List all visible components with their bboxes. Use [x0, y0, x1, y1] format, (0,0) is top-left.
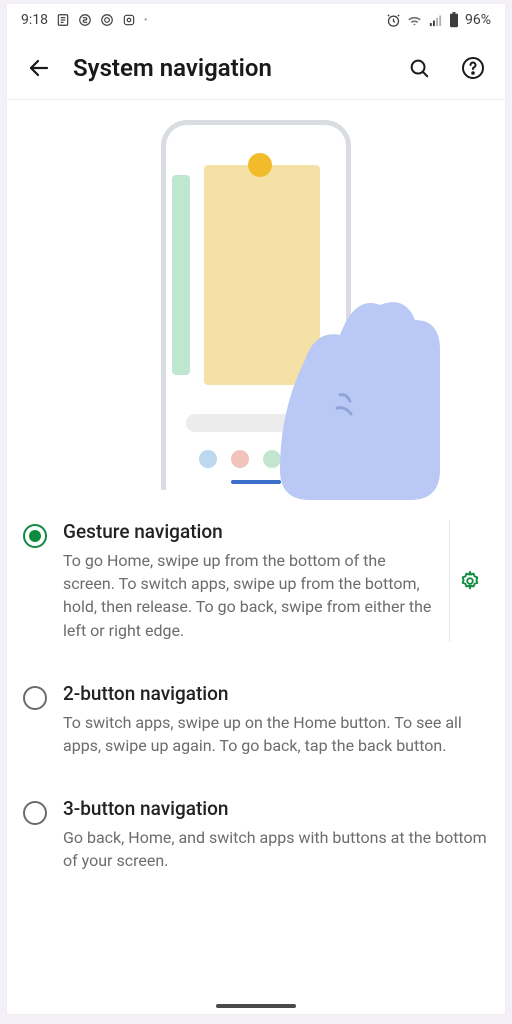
radio-gesture[interactable] [23, 524, 47, 548]
notification-dot-icon: • [144, 15, 147, 26]
search-button[interactable] [399, 48, 439, 88]
option-title: 3-button navigation [63, 797, 489, 820]
back-button[interactable] [19, 48, 59, 88]
alarm-icon [386, 13, 401, 28]
options-list: Gesture navigation To go Home, swipe up … [7, 500, 505, 893]
illustration [7, 100, 505, 500]
hand-icon [245, 240, 455, 500]
option-desc: To switch apps, swipe up on the Home but… [63, 711, 489, 757]
option-2button[interactable]: 2-button navigation To switch apps, swip… [23, 662, 489, 777]
page-title: System navigation [73, 54, 385, 82]
option-settings-button[interactable] [449, 520, 489, 642]
option-desc: To go Home, swipe up from the bottom of … [63, 549, 433, 642]
help-button[interactable] [453, 48, 493, 88]
screen: 9:18 • [6, 3, 506, 1015]
notification-icon [122, 13, 136, 27]
home-indicator[interactable] [216, 1004, 296, 1008]
notification-icon [56, 13, 70, 27]
option-title: Gesture navigation [63, 520, 433, 543]
radio-2button[interactable] [23, 686, 47, 710]
option-title: 2-button navigation [63, 682, 489, 705]
option-3button[interactable]: 3-button navigation Go back, Home, and s… [23, 777, 489, 892]
notification-icon [78, 13, 92, 27]
option-desc: Go back, Home, and switch apps with butt… [63, 826, 489, 872]
notification-icon [100, 13, 114, 27]
status-time: 9:18 [21, 12, 48, 28]
option-gesture[interactable]: Gesture navigation To go Home, swipe up … [23, 500, 489, 662]
app-bar: System navigation [7, 36, 505, 100]
status-battery: 96% [465, 12, 491, 28]
battery-icon [449, 12, 459, 28]
status-bar: 9:18 • [7, 4, 505, 36]
wifi-icon [407, 13, 422, 28]
radio-3button[interactable] [23, 801, 47, 825]
signal-icon [428, 13, 443, 28]
